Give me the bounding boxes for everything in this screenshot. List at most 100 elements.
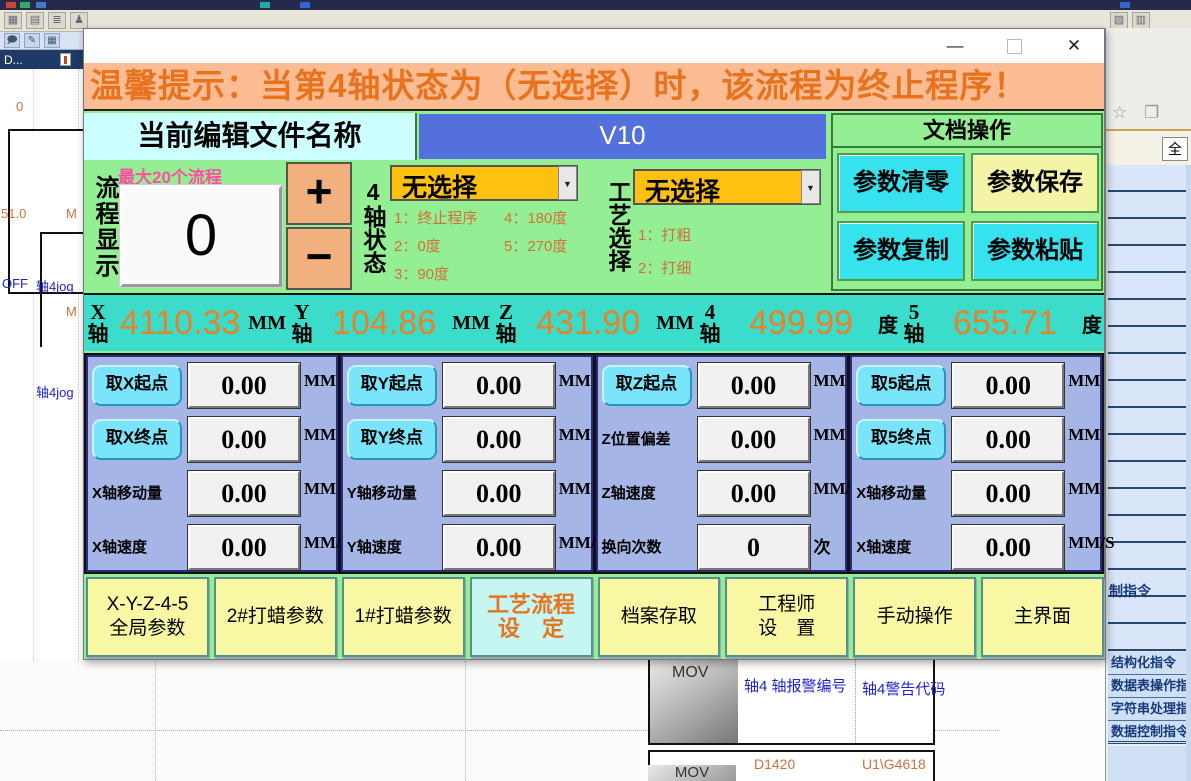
axis-value: 104.86 <box>316 304 452 343</box>
y-speed-field[interactable]: 0.00 <box>443 525 555 570</box>
z-offset-field[interactable]: 0.00 <box>698 417 810 462</box>
unit-label: MM <box>1068 371 1100 391</box>
tool-icon[interactable]: ▥ <box>1132 12 1150 29</box>
instruction-list-rows[interactable] <box>1108 165 1187 652</box>
param-clear-button[interactable]: 参数清零 <box>837 153 965 213</box>
capture-x-end-button[interactable]: 取X终点 <box>92 419 182 460</box>
flow-increment-button[interactable]: + <box>286 162 352 225</box>
instruction-category[interactable]: 结构化指令 <box>1108 652 1187 675</box>
nav-label: 2#打蜡参数 <box>227 605 324 629</box>
list-icon[interactable]: ≣ <box>48 12 66 29</box>
capture-5-start-button[interactable]: 取5起点 <box>856 365 946 406</box>
nav-label: 1#打蜡参数 <box>355 605 452 629</box>
reverse-count-field[interactable]: 0 <box>698 525 810 570</box>
axis-value: 431.90 <box>520 304 656 343</box>
unit-label: MM <box>304 371 336 391</box>
axis-readout-x: X轴 4110.33 MM <box>84 295 288 351</box>
table-icon[interactable]: ▦ <box>44 33 60 48</box>
z-speed-field[interactable]: 0.00 <box>698 471 810 516</box>
nav-global-params-button[interactable]: X-Y-Z-4-5 全局参数 <box>86 577 209 657</box>
maximize-button[interactable] <box>1007 39 1022 54</box>
instruction-category-list: 结构化指令 数据表操作指令 字符串处理指令 数据控制指令 <box>1108 652 1187 744</box>
tab-label[interactable]: D... <box>4 53 23 67</box>
x-move-amount-label: X轴移动量 <box>92 475 182 512</box>
document-operations-panel: 文档操作 参数清零 参数保存 参数复制 参数粘贴 <box>831 113 1103 291</box>
y-move-amount-field[interactable]: 0.00 <box>443 471 555 516</box>
close-button[interactable]: ✕ <box>1062 34 1086 58</box>
x-speed-field[interactable]: 0.00 <box>952 525 1064 570</box>
comment-icon[interactable]: 🗩 <box>4 33 20 48</box>
capture-y-start-button[interactable]: 取Y起点 <box>347 365 437 406</box>
instruction-category[interactable]: 数据控制指令 <box>1108 721 1187 744</box>
instruction-category-partial[interactable]: 制指令 <box>1109 581 1151 601</box>
param-copy-button[interactable]: 参数复制 <box>837 221 965 281</box>
user-icon[interactable]: ♟ <box>70 12 88 29</box>
y-speed-label: Y轴速度 <box>347 529 437 566</box>
unit-label: MM <box>304 425 336 445</box>
flow-display-label: 流程显示 <box>87 163 122 291</box>
unit-label: MM <box>304 479 336 499</box>
chevron-down-icon[interactable]: ▼ <box>558 166 577 200</box>
ladder-doc-icon[interactable] <box>60 53 71 66</box>
current-file-name[interactable]: V10 <box>419 114 826 159</box>
top-window-strip <box>0 0 1191 10</box>
all-filter-button[interactable]: 全 <box>1162 137 1188 161</box>
minimize-button[interactable]: — <box>943 34 967 58</box>
folder-icon[interactable]: ❐ <box>1144 103 1165 122</box>
nav-wax2-params-button[interactable]: 2#打蜡参数 <box>214 577 337 657</box>
dialog-titlebar[interactable]: — ✕ <box>84 29 1104 63</box>
scrollbar[interactable] <box>1186 165 1191 781</box>
capture-z-start-button[interactable]: 取Z起点 <box>602 365 692 406</box>
unit-label: MM <box>814 425 846 445</box>
param-save-button[interactable]: 参数保存 <box>971 153 1099 213</box>
capture-x-start-button[interactable]: 取X起点 <box>92 365 182 406</box>
nav-file-access-button[interactable]: 档案存取 <box>598 577 721 657</box>
x-end-field[interactable]: 0.00 <box>188 417 300 462</box>
flow-decrement-button[interactable]: − <box>286 227 352 290</box>
edit-icon[interactable]: ✎ <box>24 33 40 48</box>
y-end-field[interactable]: 0.00 <box>443 417 555 462</box>
chevron-down-icon[interactable]: ▼ <box>801 170 820 204</box>
y-start-field[interactable]: 0.00 <box>443 363 555 408</box>
x-start-field[interactable]: 0.00 <box>188 363 300 408</box>
capture-5-end-button[interactable]: 取5终点 <box>856 419 946 460</box>
process-select-selected: 无选择 <box>645 172 720 208</box>
x-speed-field[interactable]: 0.00 <box>188 525 300 570</box>
x-move-amount-field[interactable]: 0.00 <box>952 471 1064 516</box>
axis5-start-field[interactable]: 0.00 <box>952 363 1064 408</box>
x-move-amount-field[interactable]: 0.00 <box>188 471 300 516</box>
nav-label: X-Y-Z-4-5 <box>107 593 189 617</box>
instruction-category[interactable]: 数据表操作指令 <box>1108 675 1187 698</box>
unit-label: MM <box>1068 425 1100 445</box>
process-option-note: 1：打粗 <box>638 224 691 245</box>
axis-unit: MM <box>452 312 492 335</box>
nav-manual-operation-button[interactable]: 手动操作 <box>853 577 976 657</box>
unit-label: MM <box>1068 479 1100 499</box>
ladder-editor-left: 0 51.0 M OFF 轴4jog M 轴4jog <box>0 69 83 661</box>
z-start-field[interactable]: 0.00 <box>698 363 810 408</box>
axis5-end-field[interactable]: 0.00 <box>952 417 1064 462</box>
nav-label: 主界面 <box>1014 605 1071 629</box>
axis4-state-dropdown[interactable]: 无选择 ▼ <box>390 165 578 201</box>
mov-instruction-block[interactable]: MOV 轴4 轴报警编号 轴4警告代码 <box>648 658 935 745</box>
grid-line <box>155 661 156 781</box>
axis-value: 655.71 <box>928 304 1082 343</box>
grid-icon[interactable]: ▦ <box>4 12 22 29</box>
nav-engineer-settings-button[interactable]: 工程师 设 置 <box>725 577 848 657</box>
param-paste-button[interactable]: 参数粘贴 <box>971 221 1099 281</box>
instruction-category[interactable]: 字符串处理指令 <box>1108 698 1187 721</box>
process-select-dropdown[interactable]: 无选择 ▼ <box>633 169 821 205</box>
favorite-star-icon[interactable]: ☆ <box>1112 103 1133 122</box>
nav-main-screen-button[interactable]: 主界面 <box>981 577 1104 657</box>
ladder-mov-section: MOV 轴4 轴报警编号 轴4警告代码 D1420 U1\G4618 MOV <box>648 658 935 781</box>
axis-unit: 度 <box>878 309 900 338</box>
nav-label: 档案存取 <box>621 605 697 629</box>
nav-wax1-params-button[interactable]: 1#打蜡参数 <box>342 577 465 657</box>
tool-icon[interactable]: ▧ <box>1110 12 1128 29</box>
capture-y-end-button[interactable]: 取Y终点 <box>347 419 437 460</box>
axis4-option-note: 5：270度 <box>504 235 567 256</box>
nav-label: 工艺流程 <box>487 593 575 617</box>
nav-label: 全局参数 <box>109 617 185 641</box>
document-icon[interactable]: ▤ <box>26 12 44 29</box>
nav-process-flow-tab[interactable]: 工艺流程 设 定 <box>470 577 593 657</box>
